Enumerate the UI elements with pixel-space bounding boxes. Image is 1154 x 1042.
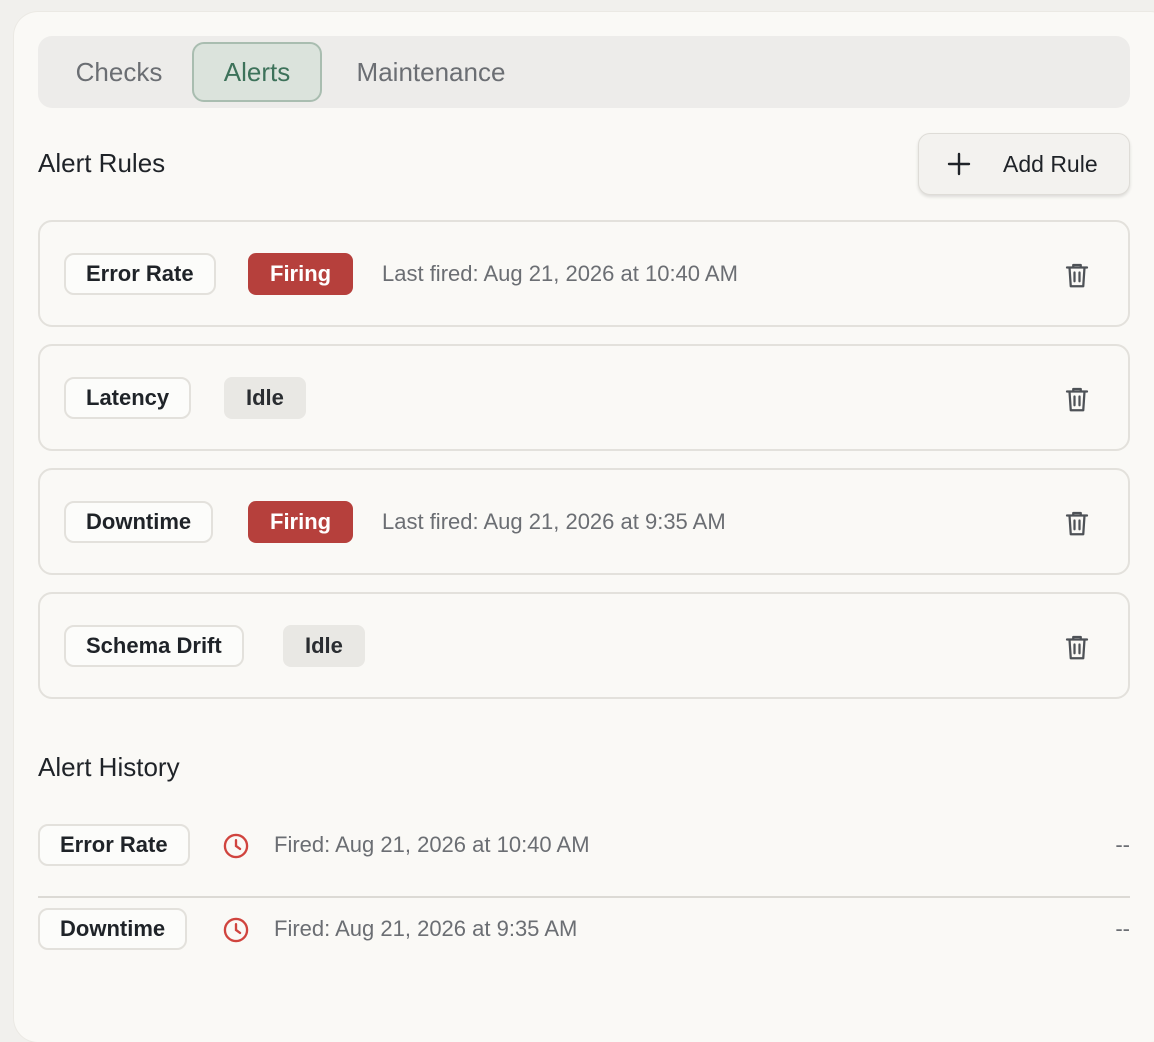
trash-icon[interactable] xyxy=(1062,384,1092,414)
add-rule-label: Add Rule xyxy=(1003,151,1098,177)
resolved-value: -- xyxy=(1115,832,1130,857)
history-row: Downtime Fired: Aug 21, 2026 at 9:35 AM … xyxy=(38,896,1130,980)
resolved-value: -- xyxy=(1115,916,1130,941)
status-badge: Idle xyxy=(283,625,365,667)
last-fired-text: Last fired: Aug 21, 2026 at 9:35 AM xyxy=(382,509,726,534)
tab-bar: Checks Alerts Maintenance xyxy=(38,36,1130,108)
history-rule-name: Downtime xyxy=(38,908,188,950)
rule-name: Error Rate xyxy=(64,253,216,295)
alert-rules-title: Alert Rules xyxy=(38,148,166,178)
history-row: Error Rate Fired: Aug 21, 2026 at 10:40 … xyxy=(38,812,1130,898)
tab-checks[interactable]: Checks xyxy=(58,42,180,102)
trash-icon[interactable] xyxy=(1062,632,1092,662)
rule-card-error-rate: Error Rate Firing Last fired: Aug 21, 20… xyxy=(38,220,1130,327)
rule-card-downtime: Downtime Firing Last fired: Aug 21, 2026… xyxy=(38,468,1130,575)
trash-icon[interactable] xyxy=(1062,260,1092,290)
history-rule-name: Error Rate xyxy=(38,824,190,866)
alert-history-title: Alert History xyxy=(38,752,180,782)
add-rule-button[interactable]: Add Rule xyxy=(918,133,1130,195)
clock-icon xyxy=(223,833,249,859)
rule-name: Downtime xyxy=(64,501,214,543)
status-badge: Firing xyxy=(248,501,354,543)
clock-icon xyxy=(223,917,249,943)
last-fired-text: Last fired: Aug 21, 2026 at 10:40 AM xyxy=(382,261,738,286)
plus-icon xyxy=(947,152,971,176)
tab-maintenance[interactable]: Maintenance xyxy=(336,42,526,102)
status-badge: Idle xyxy=(224,377,306,419)
status-badge: Firing xyxy=(248,253,354,295)
rule-card-latency: Latency Idle xyxy=(38,344,1130,451)
rule-name: Latency xyxy=(64,377,192,419)
rule-name: Schema Drift xyxy=(64,625,244,667)
trash-icon[interactable] xyxy=(1062,508,1092,538)
fired-text: Fired: Aug 21, 2026 at 9:35 AM xyxy=(274,916,578,941)
rule-card-schema-drift: Schema Drift Idle xyxy=(38,592,1130,699)
fired-text: Fired: Aug 21, 2026 at 10:40 AM xyxy=(274,832,590,857)
tab-alerts[interactable]: Alerts xyxy=(192,42,322,102)
